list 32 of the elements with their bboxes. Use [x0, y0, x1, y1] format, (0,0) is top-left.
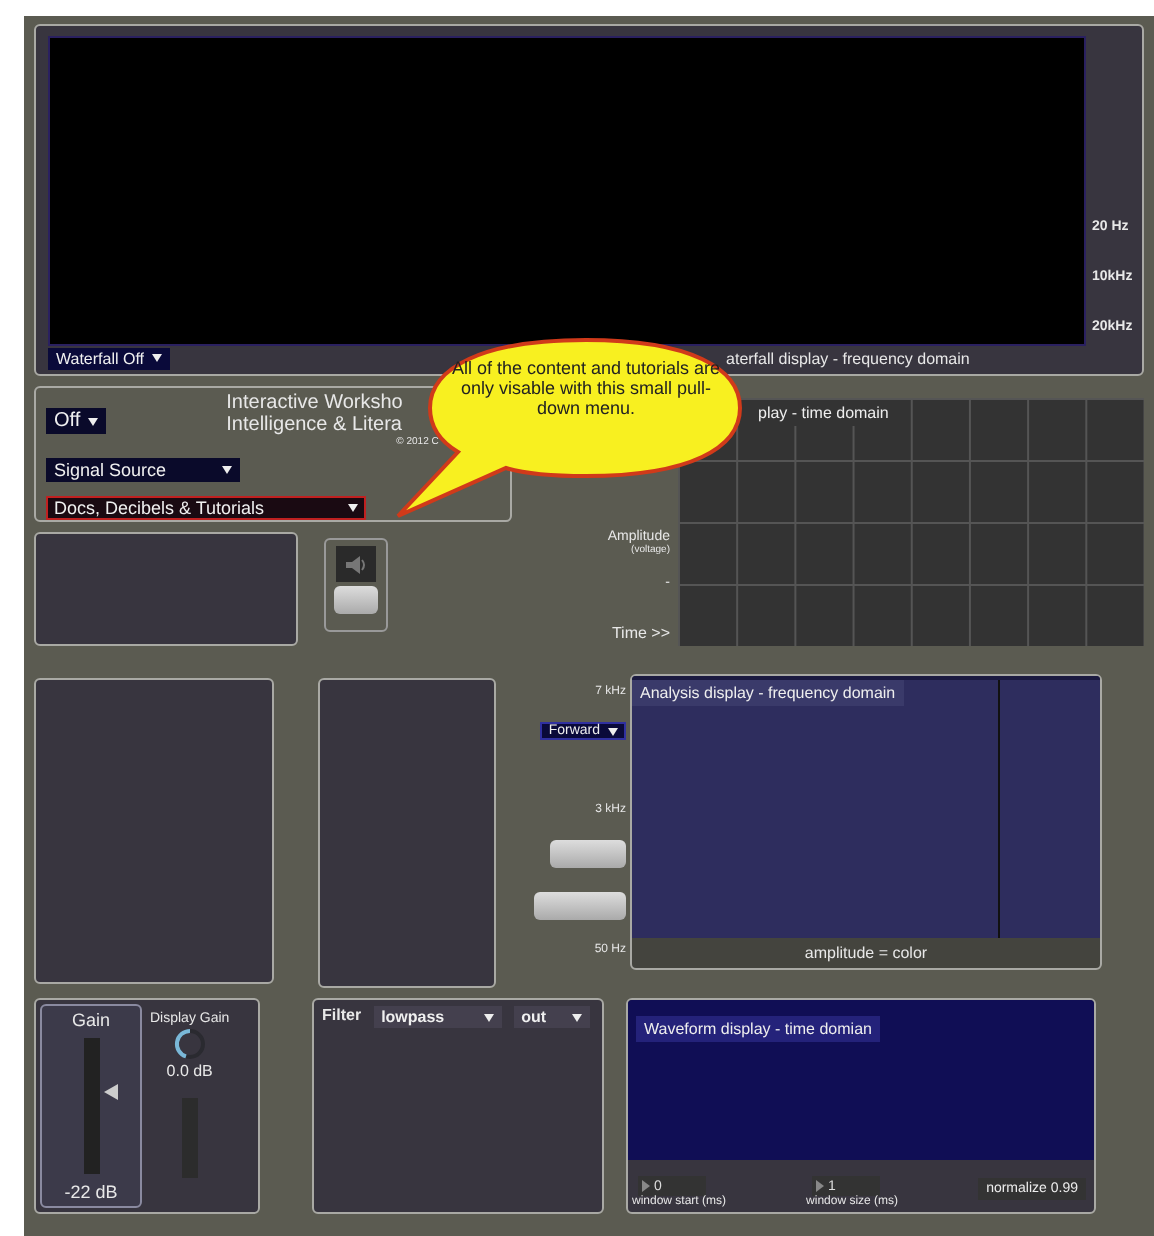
gain-label: Gain — [71, 1010, 110, 1030]
output-dropdown[interactable]: out — [513, 1006, 590, 1028]
caret-icon — [608, 727, 618, 735]
waterfall-dropdown[interactable]: Waterfall Off — [48, 347, 171, 369]
caret-icon — [222, 466, 232, 474]
speaker-icon — [345, 553, 367, 575]
filter-dropdown[interactable]: lowpass — [373, 1006, 502, 1028]
callout-text: All of the content and tutorials are only visable with this small pull-down menu. — [450, 358, 722, 418]
filter-label: Filter — [322, 1006, 362, 1024]
speaker-button[interactable] — [324, 538, 388, 632]
display-caption: Waveform display - time domian — [636, 1016, 880, 1042]
power-dropdown[interactable]: Off — [46, 408, 107, 434]
caret-icon — [571, 1013, 582, 1021]
display-caption: Analysis display - frequency domain — [632, 680, 904, 706]
docs-dropdown[interactable]: Docs, Decibels & Tutorials — [46, 496, 366, 520]
play-icon — [816, 1180, 825, 1192]
source-dropdown[interactable]: Signal Source — [46, 458, 240, 482]
workshop-title: Interactive Worksho — [226, 392, 405, 414]
slider-thumb[interactable] — [103, 1084, 117, 1101]
knob-icon[interactable] — [173, 1028, 206, 1060]
workshop-title: Intelligence & Litera — [226, 414, 404, 436]
display-caption: aterfall display - frequency domain — [726, 349, 970, 367]
legend-text: amplitude = color — [804, 944, 928, 962]
caret-icon — [88, 417, 99, 425]
axis-label: Time >> — [611, 624, 670, 642]
caret-icon — [483, 1013, 494, 1021]
gain-value: -22 dB — [64, 1182, 118, 1202]
play-icon — [642, 1180, 650, 1192]
caret-icon — [348, 504, 358, 512]
toggle-button[interactable] — [334, 586, 378, 614]
display-gain-value: 0.0 dB — [166, 1062, 213, 1080]
caret-icon — [152, 354, 163, 362]
